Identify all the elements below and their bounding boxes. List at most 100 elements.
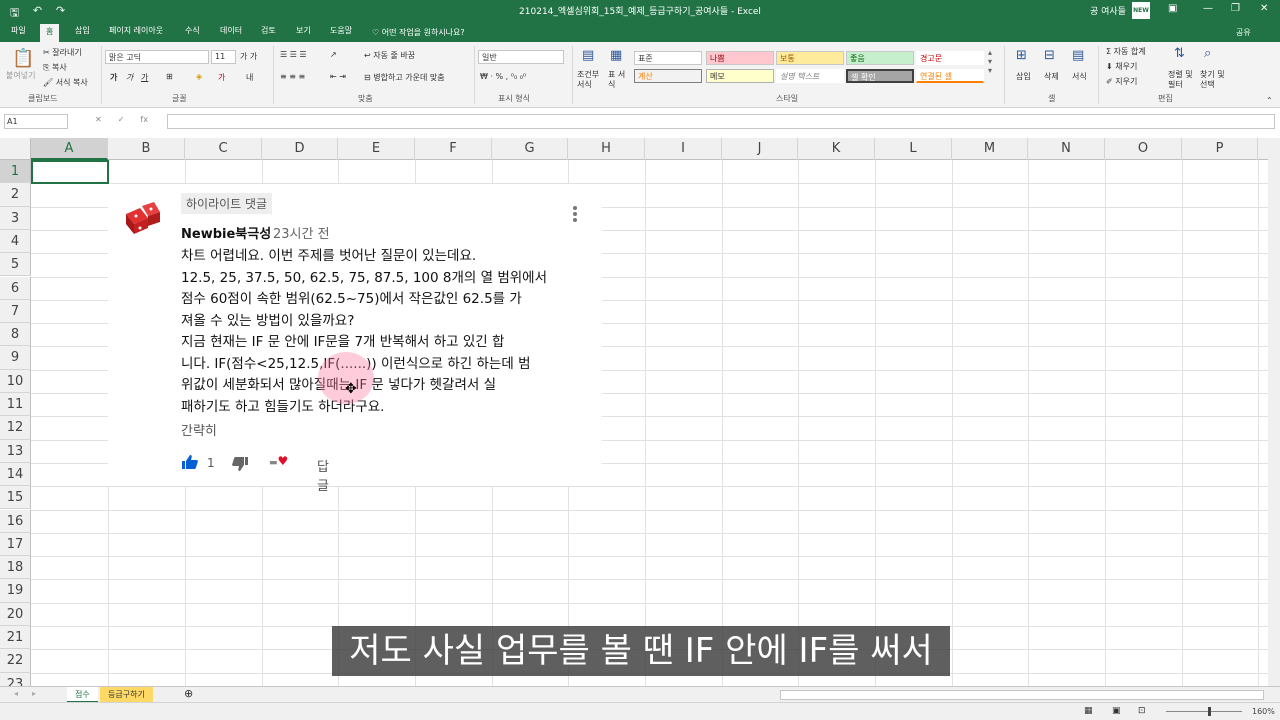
copy-button[interactable]: ⎘ 복사 xyxy=(43,62,67,73)
row-header[interactable]: 15 xyxy=(0,486,31,510)
fill-color-icon[interactable]: ◈ xyxy=(196,72,202,81)
italic-icon[interactable]: 가 xyxy=(126,72,133,83)
sheet-nav-prev-icon[interactable]: ◂ xyxy=(6,687,26,703)
row-header[interactable]: 11 xyxy=(0,393,31,417)
zoom-level[interactable]: 160% xyxy=(1252,707,1275,716)
page-layout-view-icon[interactable]: ▣ xyxy=(1112,706,1121,716)
row-header[interactable]: 13 xyxy=(0,439,31,463)
tab-insert[interactable]: 삽입 xyxy=(75,25,90,36)
align-left-icon[interactable]: ≡ ≡ ≡ xyxy=(280,72,305,81)
delete-cells-button[interactable]: 삭제 xyxy=(1044,71,1059,82)
column-header[interactable]: E xyxy=(338,138,415,160)
style-normal[interactable]: 표준 xyxy=(634,51,702,65)
show-less-link[interactable]: 간략히 xyxy=(181,420,217,439)
row-header[interactable]: 23 xyxy=(0,672,31,686)
row-header[interactable]: 10 xyxy=(0,369,31,393)
column-header[interactable]: N xyxy=(1028,138,1105,160)
account-name[interactable]: 공 여사들 xyxy=(1090,4,1126,17)
horizontal-scrollbar[interactable] xyxy=(780,690,1264,700)
currency-icon[interactable]: ₩ · % , ⁰₀ ₀⁰ xyxy=(480,72,526,81)
collapse-ribbon-icon[interactable]: ⌃ xyxy=(1266,96,1273,105)
name-box[interactable]: A1 xyxy=(4,114,68,129)
share-button[interactable]: 공유 xyxy=(1236,27,1251,38)
row-header[interactable]: 12 xyxy=(0,416,31,440)
styles-scroll-icon[interactable]: ▴ ▾ ▾ xyxy=(988,48,992,75)
column-header[interactable]: H xyxy=(568,138,645,160)
enter-icon[interactable]: ✓ xyxy=(118,115,125,124)
phonetic-icon[interactable]: 내 xyxy=(246,72,253,83)
row-header[interactable]: 20 xyxy=(0,602,31,626)
orientation-icon[interactable]: ↗ xyxy=(330,50,337,59)
thumbs-down-icon[interactable] xyxy=(231,456,249,472)
vertical-scrollbar[interactable] xyxy=(1268,138,1280,686)
column-header[interactable]: M xyxy=(952,138,1028,160)
font-grow-icon[interactable]: 가 가 xyxy=(240,51,257,62)
more-options-icon[interactable] xyxy=(570,206,580,226)
style-bad[interactable]: 나쁨 xyxy=(706,51,774,65)
insert-cells-button[interactable]: 삽입 xyxy=(1016,71,1031,82)
avatar[interactable]: NEW xyxy=(1132,2,1150,19)
select-all-corner[interactable] xyxy=(0,138,31,160)
bold-icon[interactable]: 가 xyxy=(110,72,117,83)
number-format-select[interactable]: 일반 xyxy=(478,50,564,64)
normal-view-icon[interactable]: ▦ xyxy=(1084,706,1093,716)
style-good[interactable]: 좋음 xyxy=(846,51,914,65)
insert-cells-icon[interactable]: ⊞ xyxy=(1016,48,1027,63)
close-icon[interactable]: ✕ xyxy=(1260,3,1268,14)
style-calculation[interactable]: 계산 xyxy=(634,69,702,83)
style-check-cell[interactable]: 셀 확인 xyxy=(846,69,914,83)
style-explanatory[interactable]: 설명 텍스트 xyxy=(776,69,844,83)
row-header[interactable]: 1 xyxy=(0,160,31,184)
tab-home[interactable]: 홈 xyxy=(40,24,60,42)
tab-review[interactable]: 검토 xyxy=(261,25,276,36)
row-header[interactable]: 16 xyxy=(0,509,31,533)
row-header[interactable]: 9 xyxy=(0,346,31,370)
style-warning[interactable]: 경고문 xyxy=(916,51,984,65)
format-table-button[interactable]: 표 서식 xyxy=(608,70,628,90)
row-header[interactable]: 3 xyxy=(0,206,31,230)
format-cells-button[interactable]: 서식 xyxy=(1072,71,1087,82)
column-header[interactable]: L xyxy=(875,138,952,160)
row-header[interactable]: 7 xyxy=(0,299,31,324)
selected-cell-a1[interactable] xyxy=(31,160,109,184)
row-header[interactable]: 5 xyxy=(0,253,31,277)
indent-icon[interactable]: ⇤ ⇥ xyxy=(330,72,346,81)
cut-button[interactable]: ✂ 잘라내기 xyxy=(43,47,82,58)
comment-author[interactable]: Newbie북극성 xyxy=(181,223,271,242)
row-header[interactable]: 17 xyxy=(0,532,31,557)
ribbon-display-icon[interactable]: ▣ xyxy=(1168,3,1177,14)
page-break-view-icon[interactable]: ⊡ xyxy=(1138,706,1146,716)
font-size-select[interactable]: 11 xyxy=(211,50,236,64)
clear-button[interactable]: ✐ 지우기 xyxy=(1106,76,1137,87)
fill-button[interactable]: ⬇ 채우기 xyxy=(1106,61,1137,72)
find-select-button[interactable]: 찾기 및 선택 xyxy=(1200,70,1230,90)
sheet-tab-grade[interactable]: 등급구하기 xyxy=(100,687,153,703)
tab-formulas[interactable]: 수식 xyxy=(185,25,200,36)
column-header[interactable]: D xyxy=(262,138,338,160)
style-note[interactable]: 메모 xyxy=(706,69,774,83)
format-table-icon[interactable]: ▦ xyxy=(610,48,622,63)
column-header[interactable]: A xyxy=(31,138,108,160)
underline-icon[interactable]: 가 xyxy=(141,72,148,83)
font-name-select[interactable]: 맑은 고딕 xyxy=(105,50,209,64)
sheet-tab-score[interactable]: 점수 xyxy=(67,687,98,703)
column-header[interactable]: K xyxy=(798,138,875,160)
column-header[interactable]: G xyxy=(492,138,568,160)
thumbs-up-icon[interactable] xyxy=(181,454,199,470)
sort-filter-icon[interactable]: ⇅ xyxy=(1174,46,1185,61)
sort-filter-button[interactable]: 정렬 및 필터 xyxy=(1168,70,1198,90)
style-linked-cell[interactable]: 연결된 셀 xyxy=(916,69,984,83)
border-icon[interactable]: ⊞ xyxy=(166,72,173,81)
row-header[interactable]: 2 xyxy=(0,183,31,207)
sheet-nav-next-icon[interactable]: ▸ xyxy=(24,687,44,703)
paste-button[interactable]: 붙여넣기 xyxy=(6,70,35,81)
conditional-format-button[interactable]: 조건부 서식 xyxy=(577,70,603,90)
row-header[interactable]: 14 xyxy=(0,462,31,487)
tab-page-layout[interactable]: 페이지 레이아웃 xyxy=(109,25,163,36)
row-header[interactable]: 18 xyxy=(0,556,31,580)
column-header[interactable]: B xyxy=(108,138,185,160)
conditional-format-icon[interactable]: ▤ xyxy=(582,48,594,63)
merge-center-button[interactable]: ⊟ 병합하고 가운데 맞춤 xyxy=(364,72,445,83)
format-painter-button[interactable]: 🖌 서식 복사 xyxy=(43,77,88,88)
row-header[interactable]: 4 xyxy=(0,229,31,254)
